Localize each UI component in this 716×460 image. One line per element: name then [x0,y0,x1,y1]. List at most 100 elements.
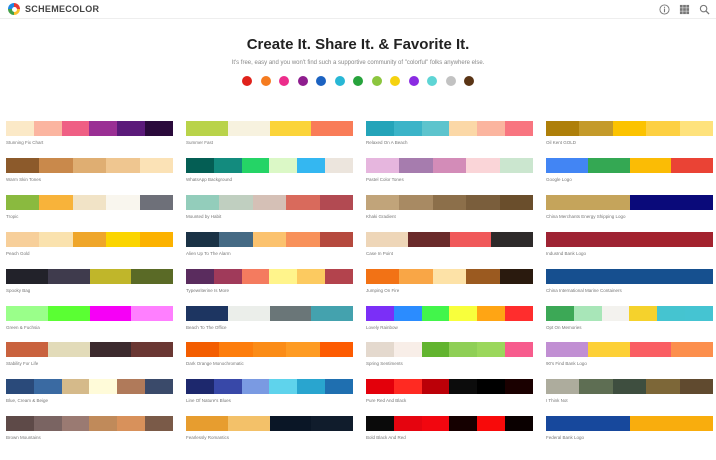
palette-swatches[interactable] [366,379,533,395]
color-swatch[interactable] [546,157,588,173]
palette-card[interactable]: Google Logo [546,157,713,188]
palette-card[interactable]: Dark Orange Monochromatic [186,342,354,372]
color-swatch[interactable] [89,121,118,136]
color-swatch[interactable] [186,416,228,432]
color-swatch[interactable] [546,305,574,321]
color-swatch[interactable] [449,416,478,432]
color-swatch[interactable] [213,268,242,284]
palette-name[interactable]: Spooky Bag [6,288,173,293]
palette-swatches[interactable] [186,121,353,136]
color-swatch[interactable] [227,305,270,321]
color-swatch[interactable] [679,379,714,395]
palette-card[interactable]: Beach To The Office [186,305,353,336]
color-swatch[interactable] [546,231,630,247]
palette-card[interactable]: Spring Sentiments [366,342,533,372]
color-swatch[interactable] [449,342,478,358]
color-swatch[interactable] [186,121,228,136]
color-swatch[interactable] [421,379,450,395]
color-swatch[interactable] [106,157,140,173]
color-swatch[interactable] [366,268,400,284]
color-swatch[interactable] [61,379,90,395]
color-swatch[interactable] [477,379,506,395]
color-swatch[interactable] [573,305,602,321]
palette-card[interactable]: Peach Gold [6,231,174,262]
palette-card[interactable]: Opt On Memories [546,305,713,336]
color-swatch[interactable] [47,268,90,284]
color-swatch[interactable] [219,231,253,247]
color-swatch[interactable] [449,121,478,136]
color-swatch[interactable] [219,342,253,358]
color-swatch[interactable] [311,416,353,432]
color-swatch[interactable] [466,157,500,173]
color-swatch[interactable] [366,194,400,210]
color-swatch[interactable] [241,379,270,395]
color-swatch[interactable] [47,305,90,321]
color-swatch[interactable] [629,342,672,358]
color-swatch[interactable] [6,194,40,210]
color-swatch[interactable] [6,157,40,173]
color-swatch[interactable] [213,157,242,173]
color-swatch[interactable] [6,379,34,395]
color-swatch[interactable] [297,379,326,395]
color-swatch[interactable] [286,342,320,358]
palette-name[interactable]: Brown Mountains [6,435,173,440]
palette-card[interactable]: I Think Not [546,379,714,409]
color-swatch[interactable] [89,416,118,432]
color-swatch[interactable] [269,268,298,284]
palette-card[interactable]: Lovely Rainbow [366,305,533,336]
color-swatch[interactable] [33,379,62,395]
palette-swatches[interactable] [6,416,173,432]
color-swatch[interactable] [311,121,353,136]
color-filter-dot[interactable] [297,76,308,86]
palette-swatches[interactable] [6,121,173,136]
palette-name[interactable]: Summer Fast [186,140,353,145]
color-swatch[interactable] [39,157,73,173]
palette-card[interactable]: Jumping On Fire [366,268,534,299]
color-swatch[interactable] [546,342,588,358]
color-swatch[interactable] [269,157,298,173]
color-swatch[interactable] [393,416,422,432]
color-swatch[interactable] [186,157,214,173]
color-swatch[interactable] [407,231,450,247]
color-swatch[interactable] [47,342,90,358]
color-swatch[interactable] [269,305,312,321]
color-swatch[interactable] [131,268,173,284]
color-filter-dot[interactable] [242,76,252,86]
color-swatch[interactable] [546,121,580,136]
color-swatch[interactable] [139,194,174,210]
color-swatch[interactable] [505,305,533,321]
color-swatch[interactable] [587,157,630,173]
palette-name[interactable]: Pure Red And Black [366,398,533,403]
palette-swatches[interactable] [546,268,713,284]
color-swatch[interactable] [61,416,90,432]
color-swatch[interactable] [432,194,467,210]
color-swatch[interactable] [477,342,506,358]
color-swatch[interactable] [421,305,450,321]
palette-name[interactable]: Typewriterine Is More [186,288,353,293]
palette-name[interactable]: I Think Not [546,398,713,403]
color-swatch[interactable] [546,268,630,284]
palette-card[interactable]: Warm Skin Tones [6,157,174,188]
color-swatch[interactable] [33,416,62,432]
color-swatch[interactable] [399,268,433,284]
color-swatch[interactable] [421,342,450,358]
logo[interactable]: SCHEMECOLOR [8,3,99,15]
color-swatch[interactable] [227,121,270,136]
color-swatch[interactable] [145,379,173,395]
color-swatch[interactable] [241,268,270,284]
color-swatch[interactable] [145,121,173,136]
color-swatch[interactable] [319,194,354,210]
color-swatch[interactable] [505,121,533,136]
color-swatch[interactable] [131,305,173,321]
color-swatch[interactable] [671,157,713,173]
palette-card[interactable]: China International Marine Containers [546,268,713,299]
palette-swatches[interactable] [186,268,353,284]
color-swatch[interactable] [241,157,270,173]
color-swatch[interactable] [421,121,450,136]
color-swatch[interactable] [72,231,107,247]
color-swatch[interactable] [499,194,534,210]
color-swatch[interactable] [252,231,287,247]
color-swatch[interactable] [399,194,433,210]
palette-card[interactable]: Mounted by Habit [186,194,354,225]
color-swatch[interactable] [579,121,613,136]
